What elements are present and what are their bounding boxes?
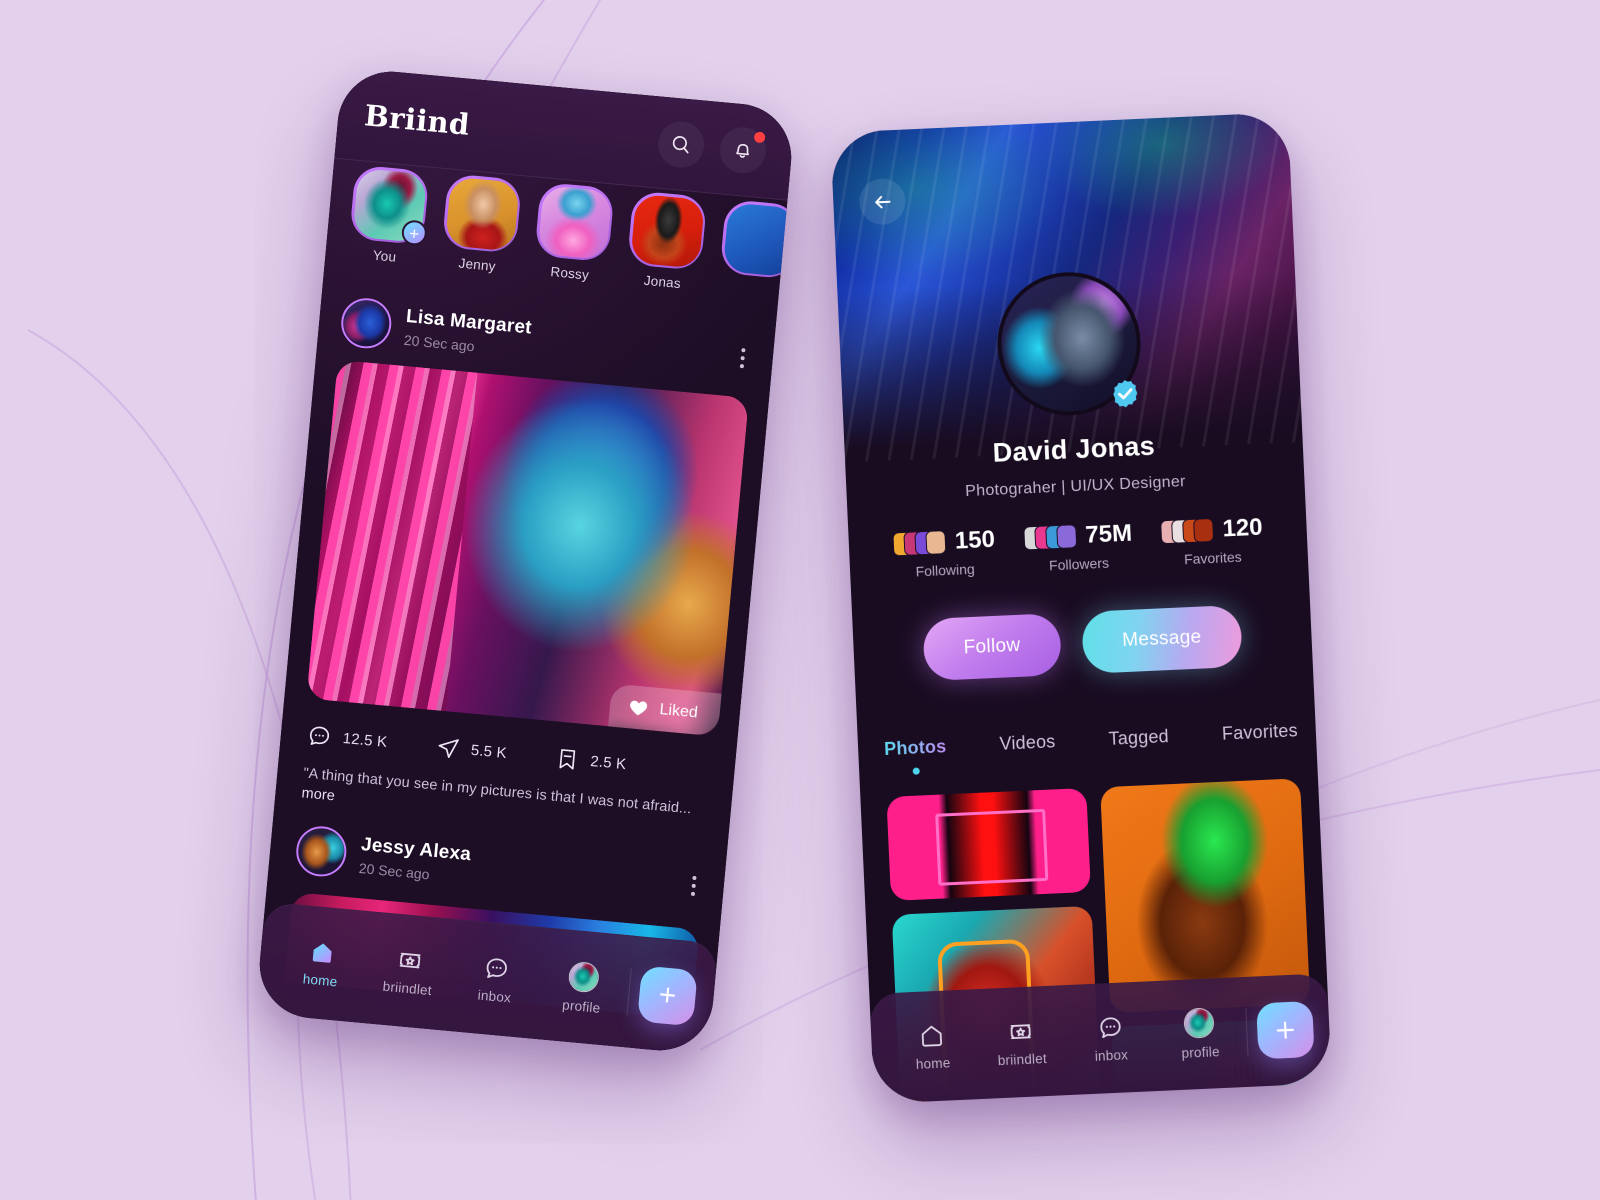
background-decorative-lines <box>27 0 1600 1200</box>
add-story-icon[interactable]: + <box>400 219 428 247</box>
share-icon <box>438 738 459 758</box>
following-thumbnails <box>892 530 947 557</box>
nav-item-home[interactable]: home <box>887 1020 978 1073</box>
plus-icon <box>1276 1021 1295 1039</box>
story-thumb <box>444 175 520 252</box>
post-caption-more[interactable]: more <box>301 785 336 804</box>
bookmark-action[interactable]: 2.5 K <box>553 745 627 777</box>
nav-label: profile <box>1181 1044 1221 1061</box>
kebab-menu-icon[interactable] <box>682 869 705 903</box>
bottom-navigation: home briindlet inbox pr <box>869 973 1332 1104</box>
tab-tagged[interactable]: Tagged <box>1108 726 1169 754</box>
favorites-thumbnails <box>1160 517 1215 545</box>
arrow-left-icon <box>874 195 891 208</box>
nav-item-briindlet[interactable]: briindlet <box>363 943 455 1000</box>
stat-value: 150 <box>954 525 996 555</box>
create-post-button[interactable] <box>1256 1000 1315 1060</box>
nav-item-inbox[interactable]: inbox <box>1065 1012 1156 1065</box>
story-label: Jenny <box>458 255 497 274</box>
tab-videos[interactable]: Videos <box>999 731 1056 759</box>
comment-icon <box>309 726 330 745</box>
story-item-jonas[interactable]: Jonas <box>625 190 708 292</box>
divider <box>1245 1007 1249 1056</box>
home-icon <box>313 943 332 963</box>
stat-favorites[interactable]: 120 Favorites <box>1160 514 1264 569</box>
comment-action[interactable]: 12.5 K <box>306 722 389 754</box>
nav-label: briindlet <box>382 978 433 999</box>
chat-icon <box>1100 1016 1121 1038</box>
nav-label: inbox <box>477 987 512 1006</box>
story-thumb <box>629 193 705 269</box>
stat-value: 75M <box>1084 519 1133 549</box>
nav-item-home[interactable]: home <box>276 935 368 992</box>
app-brand-title: Briind <box>362 97 472 142</box>
message-button[interactable]: Message <box>1080 604 1243 674</box>
home-icon <box>921 1025 943 1047</box>
kebab-menu-icon[interactable] <box>731 341 754 375</box>
avatar[interactable] <box>339 296 394 351</box>
ticket-star-icon <box>1010 1023 1032 1039</box>
nav-label: briindlet <box>997 1050 1048 1068</box>
bookmark-count: 2.5 K <box>589 752 628 773</box>
story-item-jenny[interactable]: Jenny <box>440 173 523 275</box>
nav-item-briindlet[interactable]: briindlet <box>976 1016 1067 1069</box>
nav-label: inbox <box>1094 1046 1129 1064</box>
story-thumb <box>536 184 613 260</box>
heart-filled-icon <box>629 700 647 716</box>
story-label: Rossy <box>549 264 590 283</box>
create-post-button[interactable]: + <box>637 965 698 1026</box>
phone-left-feed: Briind + You Jenny Rossy Jonas Lisa Marg… <box>255 67 796 1055</box>
stat-following[interactable]: 150 Following <box>892 526 996 581</box>
post-image[interactable]: Liked <box>306 359 750 737</box>
bell-icon <box>736 143 749 158</box>
story-label: Jonas <box>643 272 682 292</box>
avatar-icon <box>567 960 601 994</box>
notification-dot <box>753 130 766 143</box>
stat-followers[interactable]: 75M Followers <box>1022 519 1134 575</box>
story-item-you[interactable]: + You <box>347 164 430 267</box>
share-count: 5.5 K <box>470 741 508 762</box>
comment-count: 12.5 K <box>342 729 389 751</box>
nav-label: home <box>302 971 339 990</box>
nav-item-profile[interactable]: profile <box>537 958 629 1018</box>
avatar-icon <box>1183 1007 1215 1039</box>
plus-icon: + <box>657 977 678 1013</box>
follow-button[interactable]: Follow <box>922 613 1062 682</box>
tab-favorites[interactable]: Favorites <box>1222 720 1299 748</box>
story-label: You <box>372 247 397 265</box>
nav-label: home <box>915 1054 951 1072</box>
search-button[interactable] <box>656 119 707 170</box>
nav-item-profile[interactable]: profile <box>1154 1006 1246 1062</box>
verified-badge-icon <box>1113 380 1138 408</box>
liked-label: Liked <box>658 700 699 722</box>
nav-label: profile <box>561 996 602 1016</box>
story-item-rossy[interactable]: Rossy <box>532 181 615 284</box>
notifications-button[interactable] <box>717 124 768 175</box>
chat-icon <box>486 958 508 978</box>
stat-value: 120 <box>1221 513 1264 543</box>
tab-photos[interactable]: Photos <box>884 736 947 764</box>
nav-item-inbox[interactable]: inbox <box>450 951 542 1008</box>
ticket-star-icon <box>399 952 421 969</box>
followers-thumbnails <box>1022 524 1077 551</box>
photo-grid <box>886 778 1316 1104</box>
bookmark-icon <box>559 748 575 770</box>
share-action[interactable]: 5.5 K <box>434 734 508 766</box>
phone-right-profile: David Jonas Photograher | UI/UX Designer… <box>830 112 1332 1104</box>
avatar[interactable] <box>294 824 349 879</box>
search-icon <box>672 135 689 153</box>
grid-item[interactable] <box>886 787 1091 901</box>
